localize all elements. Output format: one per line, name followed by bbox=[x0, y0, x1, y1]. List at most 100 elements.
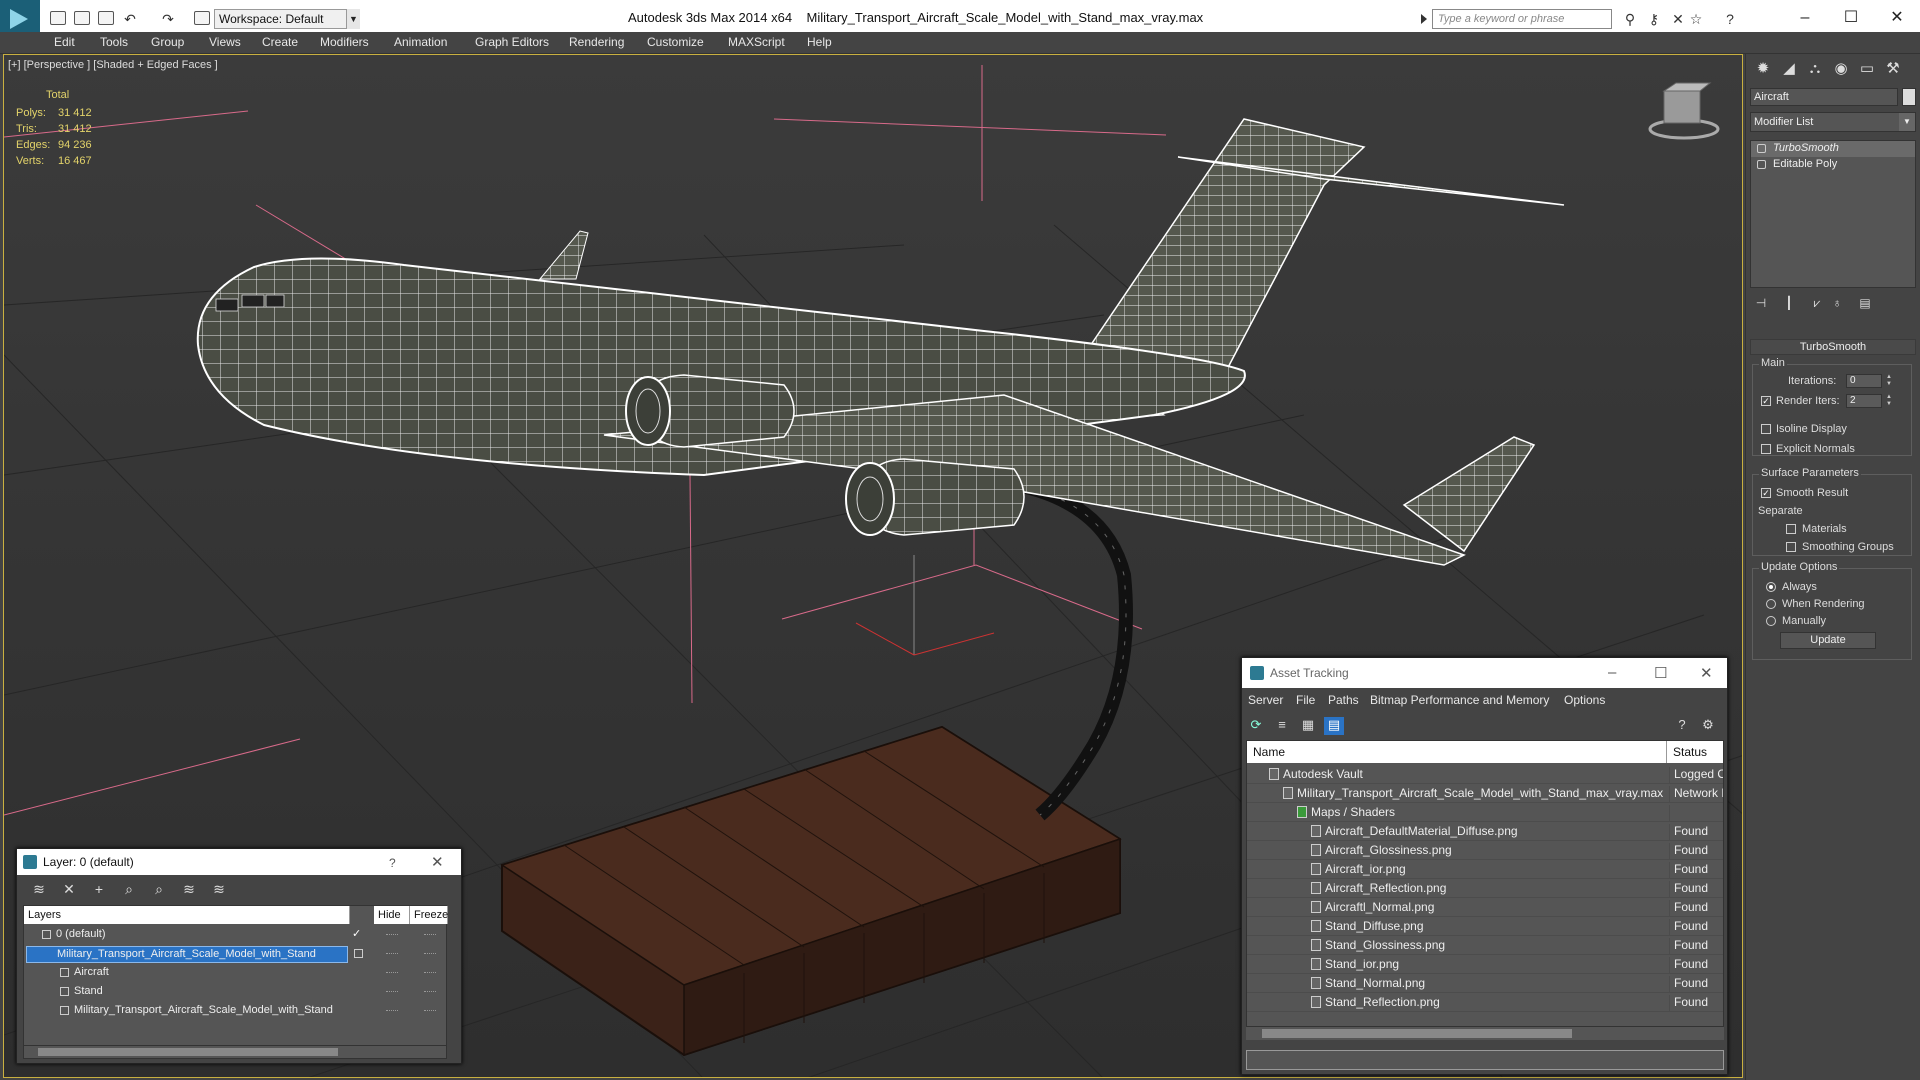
freeze-toggle[interactable] bbox=[424, 953, 436, 955]
menu-tools[interactable]: Tools bbox=[100, 35, 128, 49]
turbosmooth-rollout-header[interactable]: TurboSmooth bbox=[1750, 339, 1916, 355]
workspace-dropdown[interactable]: Workspace: Default bbox=[214, 9, 360, 29]
undo-icon[interactable]: ↶ bbox=[122, 12, 138, 26]
maximize-button[interactable]: ☐ bbox=[1836, 6, 1866, 30]
freeze-toggle[interactable] bbox=[424, 972, 436, 974]
refresh-icon[interactable]: ⟳ bbox=[1246, 717, 1266, 735]
layer-row[interactable]: Aircraft bbox=[24, 964, 448, 983]
configure-sets-icon[interactable]: ▤ bbox=[1856, 296, 1874, 312]
asset-row[interactable]: Stand_Glossiness.png Found bbox=[1247, 936, 1723, 955]
settings-icon[interactable]: ⚙ bbox=[1698, 717, 1718, 735]
asset-row[interactable]: Autodesk Vault Logged O bbox=[1247, 765, 1723, 784]
smoothing-groups-checkbox[interactable] bbox=[1786, 542, 1796, 552]
asset-row[interactable]: Stand_Diffuse.png Found bbox=[1247, 917, 1723, 936]
object-name-field[interactable]: Aircraft bbox=[1750, 88, 1898, 106]
close-button[interactable]: ✕ bbox=[1700, 664, 1713, 682]
render-iters-spinner[interactable]: 2 bbox=[1846, 394, 1882, 408]
minimize-button[interactable]: – bbox=[1790, 6, 1820, 30]
viewport-label[interactable]: [+] [Perspective ] [Shaded + Edged Faces… bbox=[8, 59, 218, 71]
asset-dialog-titlebar[interactable]: Asset Tracking – ☐ ✕ bbox=[1242, 658, 1727, 688]
smooth-result-checkbox[interactable]: ✓ bbox=[1761, 488, 1771, 498]
menu-file[interactable]: File bbox=[1296, 693, 1315, 707]
col-layers[interactable]: Layers bbox=[24, 906, 350, 924]
layer-row[interactable]: Military_Transport_Aircraft_Scale_Model_… bbox=[24, 945, 448, 964]
current-layer-checkbox[interactable] bbox=[354, 949, 363, 958]
chevron-down-icon[interactable]: ▼ bbox=[1899, 113, 1915, 131]
asset-row[interactable]: Stand_Normal.png Found bbox=[1247, 974, 1723, 993]
menu-edit[interactable]: Edit bbox=[54, 35, 75, 49]
hide-all-layers-icon[interactable]: ≋ bbox=[179, 881, 199, 899]
redo-icon[interactable]: ↷ bbox=[160, 12, 176, 26]
isoline-display-checkbox[interactable] bbox=[1761, 424, 1771, 434]
display-tab-icon[interactable]: ▭ bbox=[1856, 58, 1878, 80]
hide-toggle[interactable] bbox=[386, 953, 398, 955]
menu-views[interactable]: Views bbox=[209, 35, 241, 49]
asset-row[interactable]: Aircraft_Reflection.png Found bbox=[1247, 879, 1723, 898]
menu-bitmap-performance[interactable]: Bitmap Performance and Memory bbox=[1370, 693, 1549, 707]
favorites-star-icon[interactable]: ☆ bbox=[1688, 12, 1704, 26]
menu-maxscript[interactable]: MAXScript bbox=[728, 35, 785, 49]
asset-row[interactable]: Aircraft_ior.png Found bbox=[1247, 860, 1723, 879]
remove-modifier-icon[interactable]: ♁ bbox=[1828, 296, 1846, 312]
menu-server[interactable]: Server bbox=[1248, 693, 1283, 707]
asset-row[interactable]: Military_Transport_Aircraft_Scale_Model_… bbox=[1247, 784, 1723, 803]
scrollbar-thumb[interactable] bbox=[1262, 1029, 1572, 1038]
hide-toggle[interactable] bbox=[386, 934, 398, 936]
object-color-swatch[interactable] bbox=[1902, 88, 1916, 106]
menu-rendering[interactable]: Rendering bbox=[569, 35, 624, 49]
modifier-stack[interactable]: TurboSmooth Editable Poly bbox=[1750, 140, 1916, 288]
list-view-icon[interactable]: ≡ bbox=[1272, 717, 1292, 735]
layer-row[interactable]: 0 (default) ✓ bbox=[24, 926, 448, 945]
menu-help[interactable]: Help bbox=[807, 35, 832, 49]
freeze-toggle[interactable] bbox=[424, 934, 436, 936]
save-file-icon[interactable] bbox=[98, 11, 114, 25]
select-objects-icon[interactable]: ⌕ bbox=[119, 881, 139, 899]
modifier-list-dropdown[interactable]: Modifier List ▼ bbox=[1750, 112, 1916, 132]
create-layer-icon[interactable]: ≋ bbox=[29, 881, 49, 899]
show-end-result-icon[interactable]: ┃ bbox=[1780, 296, 1798, 312]
always-radio[interactable] bbox=[1766, 582, 1776, 592]
spinner-arrows-icon[interactable]: ▲ ▼ bbox=[1886, 394, 1894, 408]
col-hide[interactable]: Hide bbox=[374, 906, 410, 924]
delete-layer-icon[interactable]: ✕ bbox=[59, 881, 79, 899]
explicit-normals-checkbox[interactable] bbox=[1761, 444, 1771, 454]
communication-icon[interactable]: ✕ bbox=[1670, 12, 1686, 26]
horizontal-scrollbar[interactable] bbox=[23, 1045, 447, 1059]
freeze-toggle[interactable] bbox=[424, 991, 436, 993]
menu-animation[interactable]: Animation bbox=[394, 35, 447, 49]
scrollbar-thumb[interactable] bbox=[38, 1048, 338, 1056]
close-button[interactable]: ✕ bbox=[431, 853, 444, 871]
asset-path-field[interactable] bbox=[1246, 1050, 1724, 1070]
hide-toggle[interactable] bbox=[386, 991, 398, 993]
help-icon[interactable]: ? bbox=[1722, 12, 1738, 26]
layer-dialog-titlebar[interactable]: Layer: 0 (default) ? ✕ bbox=[17, 849, 461, 875]
when-rendering-radio[interactable] bbox=[1766, 599, 1776, 609]
menu-paths[interactable]: Paths bbox=[1328, 693, 1359, 707]
stack-item-turbosmooth[interactable]: TurboSmooth bbox=[1751, 141, 1915, 157]
create-tab-icon[interactable]: ✹ bbox=[1752, 58, 1774, 80]
horizontal-scrollbar[interactable] bbox=[1246, 1026, 1724, 1040]
iterations-spinner[interactable]: 0 bbox=[1846, 374, 1882, 388]
materials-checkbox[interactable] bbox=[1786, 524, 1796, 534]
new-file-icon[interactable] bbox=[50, 11, 66, 25]
freeze-toggle[interactable] bbox=[424, 1010, 436, 1012]
asset-row[interactable]: Maps / Shaders bbox=[1247, 803, 1723, 822]
menu-group[interactable]: Group bbox=[151, 35, 184, 49]
maximize-button[interactable]: ☐ bbox=[1654, 664, 1667, 682]
chevron-down-icon[interactable]: ▼ bbox=[346, 9, 360, 29]
hide-toggle[interactable] bbox=[386, 1010, 398, 1012]
binoculars-icon[interactable]: ⚲ bbox=[1622, 12, 1638, 26]
open-file-icon[interactable] bbox=[74, 11, 90, 25]
manually-radio[interactable] bbox=[1766, 616, 1776, 626]
update-button[interactable]: Update bbox=[1780, 632, 1876, 649]
stack-item-editable-poly[interactable]: Editable Poly bbox=[1751, 157, 1915, 173]
menu-graph-editors[interactable]: Graph Editors bbox=[475, 35, 549, 49]
project-folder-icon[interactable] bbox=[194, 11, 210, 25]
thumbnail-view-icon[interactable]: ▦ bbox=[1298, 717, 1318, 735]
motion-tab-icon[interactable]: ◉ bbox=[1830, 58, 1852, 80]
asset-row[interactable]: Aircraftl_Normal.png Found bbox=[1247, 898, 1723, 917]
close-button[interactable]: ✕ bbox=[1882, 6, 1912, 30]
col-name[interactable]: Name bbox=[1247, 741, 1667, 763]
pin-stack-icon[interactable]: ⊣ bbox=[1752, 296, 1770, 312]
asset-row[interactable]: Aircraft_DefaultMaterial_Diffuse.png Foun… bbox=[1247, 822, 1723, 841]
